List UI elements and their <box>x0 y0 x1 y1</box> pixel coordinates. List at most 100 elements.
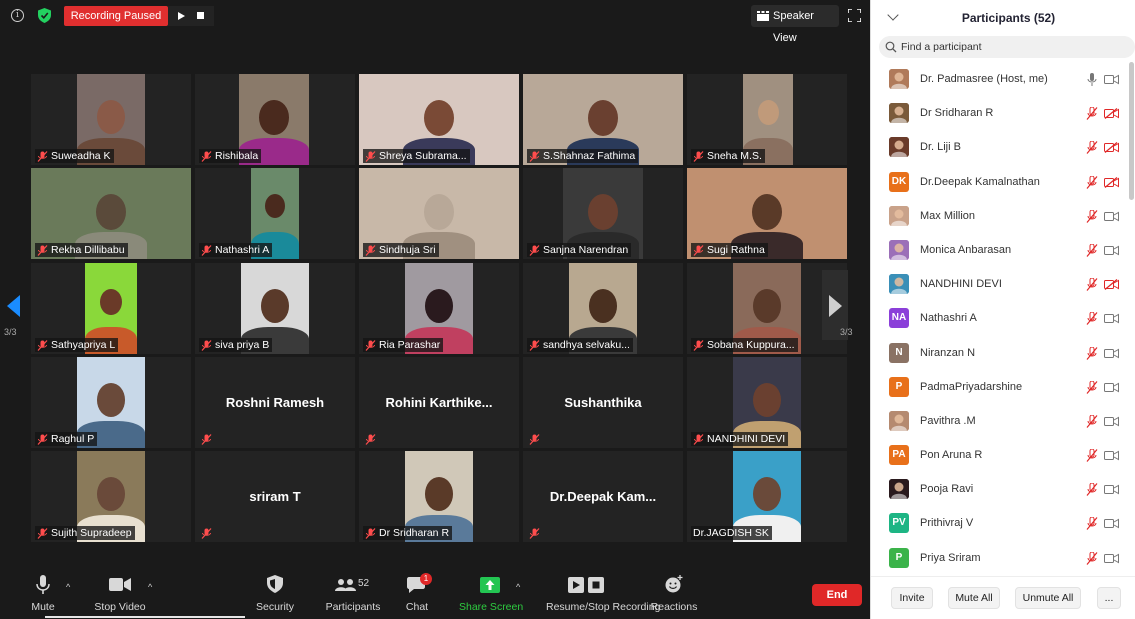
participant-name-label: sandhya selvaku... <box>527 338 633 352</box>
participant-name-label: Rishibala <box>199 149 262 163</box>
participant-video-tile[interactable]: Dr Sridharan R <box>359 451 519 542</box>
participant-row[interactable]: NA Nathashri A <box>871 301 1135 335</box>
chat-button[interactable]: 1 Chat <box>405 570 432 619</box>
participant-name: Sanjna Narendran <box>543 244 629 256</box>
participant-name-label <box>363 432 382 446</box>
participant-video-tile[interactable]: Suweadha K <box>31 74 191 165</box>
stop-video-button[interactable]: Stop Video <box>94 570 146 619</box>
search-input[interactable] <box>901 38 1121 56</box>
participant-video-tile[interactable]: Rohini Karthike... <box>359 357 519 448</box>
participant-video-tile[interactable]: Sujith Supradeep <box>31 451 191 542</box>
participant-name-label: Sanjna Narendran <box>527 243 632 257</box>
participant-row[interactable]: Dr. Padmasree (Host, me) <box>871 62 1135 96</box>
reactions-button[interactable]: Reactions <box>651 570 697 619</box>
participant-row[interactable]: P PadmaPriyadarshine <box>871 370 1135 404</box>
unmute-all-button[interactable]: Unmute All <box>1015 587 1081 609</box>
more-options-button[interactable]: ... <box>1097 587 1121 609</box>
microphone-muted-icon <box>1086 106 1098 121</box>
security-shield-icon <box>267 575 283 593</box>
participant-head <box>588 194 618 230</box>
participant-name: Dr.Deepak Kamalnathan <box>920 175 1040 188</box>
participant-search[interactable] <box>879 36 1135 58</box>
info-icon[interactable]: i <box>11 9 24 22</box>
participant-row[interactable]: Monica Anbarasan <box>871 233 1135 267</box>
participant-video-tile[interactable]: Sneha M.S. <box>687 74 847 165</box>
participant-video-tile[interactable]: Sushanthika <box>523 357 683 448</box>
muted-mic-icon <box>365 244 376 256</box>
participant-row[interactable]: Pooja Ravi <box>871 472 1135 506</box>
microphone-muted-icon <box>1086 277 1098 292</box>
participant-video-tile[interactable]: Sathyapriya L <box>31 263 191 354</box>
participant-video-tile[interactable]: Sanjna Narendran <box>523 168 683 259</box>
participant-video-tile[interactable]: Rekha Dillibabu <box>31 168 191 259</box>
top-bar: i Recording Paused Speaker View <box>0 0 870 44</box>
participant-video-tile[interactable]: Dr.JAGDISH SK <box>687 451 847 542</box>
participant-video-tile[interactable]: sandhya selvaku... <box>523 263 683 354</box>
share-options-caret-icon[interactable]: ^ <box>516 582 520 592</box>
participant-row[interactable]: PV Prithivraj V <box>871 506 1135 540</box>
participant-video-tile[interactable]: Dr.Deepak Kam... <box>523 451 683 542</box>
participant-video-tile[interactable]: Nathashri A <box>195 168 355 259</box>
participant-name: sandhya selvaku... <box>543 339 630 351</box>
fullscreen-icon[interactable] <box>848 9 861 22</box>
participant-row[interactable]: Max Million <box>871 199 1135 233</box>
audio-options-caret-icon[interactable]: ^ <box>66 582 70 592</box>
video-camera-icon <box>1104 450 1119 461</box>
resume-stop-recording-button[interactable]: Resume/Stop Recording <box>546 570 660 619</box>
participant-name: Dr Sridharan R <box>379 527 450 539</box>
stop-recording-icon[interactable] <box>197 12 204 19</box>
participant-video-tile[interactable]: S.Shahnaz Fathima <box>523 74 683 165</box>
participant-name-large: Sushanthika <box>564 395 642 410</box>
participant-row[interactable]: N Niranzan N <box>871 336 1135 370</box>
end-meeting-button[interactable]: End <box>812 584 862 606</box>
invite-button[interactable]: Invite <box>891 587 933 609</box>
avatar <box>889 410 909 431</box>
participant-list-scrollbar[interactable] <box>1129 62 1134 200</box>
participants-button[interactable]: 52 Participants <box>326 570 381 619</box>
muted-mic-icon <box>365 339 376 351</box>
participant-row[interactable]: Dr Sridharan R <box>871 96 1135 130</box>
participant-video-tile[interactable]: Ria Parashar <box>359 263 519 354</box>
participant-row[interactable]: P Priya Sriram <box>871 541 1135 575</box>
participant-name-label: Raghul P <box>35 432 98 446</box>
muted-mic-icon <box>37 244 48 256</box>
avatar <box>889 103 909 124</box>
mute-all-button[interactable]: Mute All <box>948 587 1000 609</box>
participant-video-tile[interactable]: Rishibala <box>195 74 355 165</box>
participant-video-tile[interactable]: Roshni Ramesh <box>195 357 355 448</box>
avatar: P <box>889 547 909 568</box>
mute-button[interactable]: Mute <box>30 570 56 619</box>
participant-video-tile[interactable]: Sindhuja Sri <box>359 168 519 259</box>
chat-unread-badge: 1 <box>420 573 432 585</box>
video-camera-icon <box>1104 313 1119 324</box>
participant-row[interactable]: Dr. Liji B <box>871 130 1135 164</box>
participant-video-tile[interactable]: Raghul P <box>31 357 191 448</box>
muted-mic-icon <box>37 339 48 351</box>
panel-title: Participants (52) <box>961 11 1056 25</box>
participant-row[interactable]: Pavithra .M <box>871 404 1135 438</box>
microphone-muted-icon <box>1086 311 1098 326</box>
participant-video-tile[interactable]: Shreya Subrama... <box>359 74 519 165</box>
security-button[interactable]: Security <box>256 570 294 619</box>
recording-controls-icon <box>568 577 604 593</box>
participant-video-tile[interactable]: NANDHINI DEVI <box>687 357 847 448</box>
speaker-view-button[interactable]: Speaker View <box>751 5 839 44</box>
participant-video-tile[interactable]: siva priya B <box>195 263 355 354</box>
participant-video-tile[interactable]: Sugi Rathna <box>687 168 847 259</box>
participant-name: Priya Sriram <box>920 551 981 564</box>
share-screen-button[interactable]: Share Screen <box>459 570 523 619</box>
encryption-shield-icon[interactable] <box>38 8 51 23</box>
resume-recording-icon[interactable] <box>178 12 185 20</box>
video-options-caret-icon[interactable]: ^ <box>148 582 152 592</box>
muted-mic-icon <box>529 339 540 351</box>
participant-name: Nathashri A <box>215 244 270 256</box>
participant-row[interactable]: PA Pon Aruna R <box>871 438 1135 472</box>
microphone-muted-icon <box>1086 380 1098 394</box>
participant-row[interactable]: NANDHINI DEVI <box>871 267 1135 301</box>
page-indicator-left: 3/3 <box>4 327 17 337</box>
participant-video-tile[interactable]: sriram T <box>195 451 355 542</box>
participant-name: Sujith Supradeep <box>51 527 132 539</box>
participant-row[interactable]: DK Dr.Deepak Kamalnathan <box>871 165 1135 199</box>
participant-head <box>424 477 454 512</box>
participant-head <box>752 477 782 512</box>
